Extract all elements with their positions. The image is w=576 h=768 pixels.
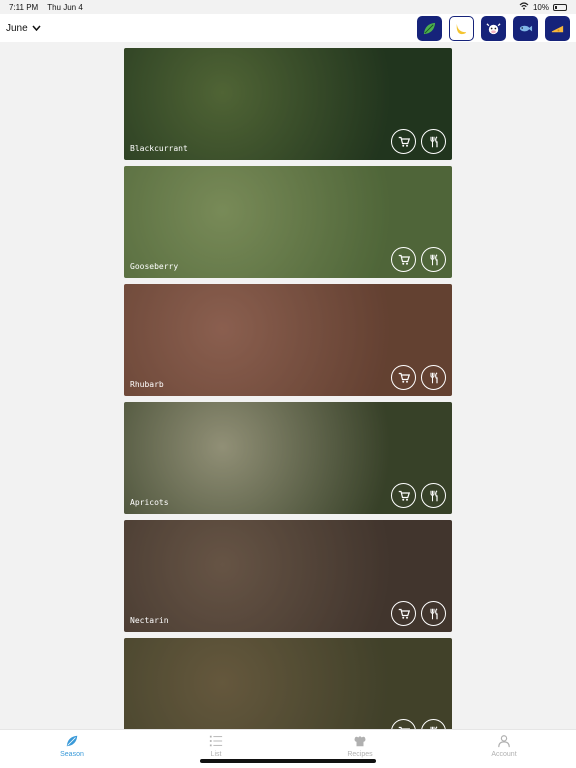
tab-account-label: Account [491, 751, 517, 758]
add-to-list-button[interactable] [391, 601, 416, 626]
fork-knife-icon [429, 607, 438, 619]
produce-name: Nectarin [130, 616, 169, 625]
header: June [0, 14, 576, 42]
cart-icon [398, 490, 410, 501]
filter-fruit-button[interactable] [449, 15, 474, 41]
battery-icon [553, 3, 567, 11]
cheese-icon [551, 25, 564, 32]
cow-icon [486, 22, 501, 34]
fork-knife-icon [429, 489, 438, 501]
banana-icon [456, 23, 467, 34]
fork-knife-icon [429, 371, 438, 383]
fork-knife-icon [429, 135, 438, 147]
produce-card[interactable]: Nectarin [124, 520, 452, 632]
produce-name: Gooseberry [130, 262, 179, 271]
cart-icon [398, 136, 410, 147]
month-label: June [6, 22, 28, 34]
add-to-list-button[interactable] [391, 483, 416, 508]
battery-percent: 10% [532, 2, 549, 12]
produce-name: Blackcurrant [130, 144, 188, 153]
cart-icon [398, 608, 410, 619]
leaf-icon [423, 22, 436, 34]
add-to-list-button[interactable] [391, 247, 416, 272]
card-actions [391, 483, 446, 508]
card-actions [391, 247, 446, 272]
view-recipes-button[interactable] [421, 247, 446, 272]
fork-knife-icon [429, 253, 438, 265]
tab-account[interactable]: Account [432, 730, 576, 768]
cart-icon [398, 254, 410, 265]
status-time: 7:11 PM [9, 2, 39, 12]
produce-card[interactable]: Blackcurrant [124, 48, 452, 160]
add-to-list-button[interactable] [391, 719, 416, 729]
produce-list[interactable]: Blackcurrant Gooseberry Rhubarb Apricots… [124, 48, 452, 729]
photo-overlay [124, 638, 452, 729]
person-icon [498, 735, 510, 748]
leaf-icon [66, 735, 78, 747]
view-recipes-button[interactable] [421, 483, 446, 508]
home-indicator [200, 759, 376, 763]
list-icon [209, 735, 223, 747]
filter-meat-button[interactable] [481, 15, 506, 41]
tab-list-label: List [210, 751, 222, 758]
wifi-icon [519, 2, 529, 12]
status-bar: 7:11 PM Thu Jun 4 10% [0, 0, 576, 14]
filter-vegetables-button[interactable] [417, 15, 442, 41]
filter-fish-button[interactable] [513, 15, 538, 41]
view-recipes-button[interactable] [421, 719, 446, 729]
tab-recipes-label: Recipes [347, 751, 373, 758]
cart-icon [398, 372, 410, 383]
card-actions [391, 601, 446, 626]
tab-season[interactable]: Season [0, 730, 144, 768]
fish-icon [519, 25, 533, 31]
chevron-down-icon [32, 23, 41, 34]
produce-card[interactable]: Gooseberry [124, 166, 452, 278]
add-to-list-button[interactable] [391, 129, 416, 154]
month-selector[interactable]: June [6, 23, 41, 34]
status-date: Thu Jun 4 [47, 2, 83, 12]
view-recipes-button[interactable] [421, 129, 446, 154]
produce-card[interactable]: Rhubarb [124, 284, 452, 396]
filter-dairy-button[interactable] [545, 15, 570, 41]
tab-season-label: Season [60, 751, 84, 758]
view-recipes-button[interactable] [421, 365, 446, 390]
produce-card[interactable] [124, 638, 452, 729]
produce-card[interactable]: Apricots [124, 402, 452, 514]
card-actions [391, 129, 446, 154]
add-to-list-button[interactable] [391, 365, 416, 390]
card-actions [391, 719, 446, 729]
chef-hat-icon [354, 736, 366, 747]
filter-bar [417, 15, 570, 41]
card-actions [391, 365, 446, 390]
produce-name: Rhubarb [130, 380, 164, 389]
view-recipes-button[interactable] [421, 601, 446, 626]
produce-name: Apricots [130, 498, 169, 507]
